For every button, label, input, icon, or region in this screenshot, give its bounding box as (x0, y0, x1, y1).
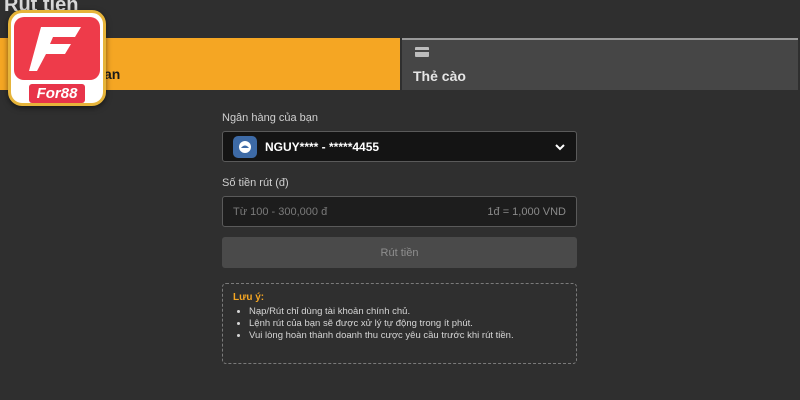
logo-text: For88 (28, 84, 86, 103)
chevron-down-icon[interactable] (554, 141, 566, 153)
card-icon (415, 47, 429, 57)
logo: For88 (8, 10, 106, 106)
note-title: Lưu ý: (233, 292, 265, 303)
bank-label: Ngân hàng của bạn (222, 112, 319, 124)
exchange-rate: 1đ = 1,000 VND (487, 205, 566, 218)
tab-bank-label: an (104, 66, 121, 82)
note-item: Nạp/Rút chỉ dùng tài khoản chính chủ. (249, 306, 566, 318)
withdraw-button[interactable]: Rút tiền (222, 237, 577, 268)
logo-f-icon (14, 17, 100, 80)
withdraw-form: Ngân hàng của bạn NGUY**** - *****4455 S… (222, 112, 578, 364)
tab-bar: an Thẻ cào (0, 38, 800, 90)
bank-icon (233, 135, 257, 158)
note-list: Nạp/Rút chỉ dùng tài khoản chính chủ. Lệ… (233, 306, 566, 342)
note-item: Lệnh rút của bạn sẽ được xử lý tự động t… (249, 318, 566, 330)
note-item: Vui lòng hoàn thành doanh thu cược yêu c… (249, 330, 566, 342)
bank-value: NGUY**** - *****4455 (265, 139, 380, 154)
amount-input[interactable] (233, 205, 488, 218)
tab-card[interactable]: Thẻ cào (402, 38, 798, 90)
note-box: Lưu ý: Nạp/Rút chỉ dùng tài khoản chính … (222, 283, 577, 364)
amount-field[interactable]: 1đ = 1,000 VND (222, 196, 577, 227)
tab-card-label: Thẻ cào (413, 68, 466, 84)
amount-label: Số tiền rút (đ) (222, 177, 289, 189)
bank-select[interactable]: NGUY**** - *****4455 (222, 131, 577, 162)
